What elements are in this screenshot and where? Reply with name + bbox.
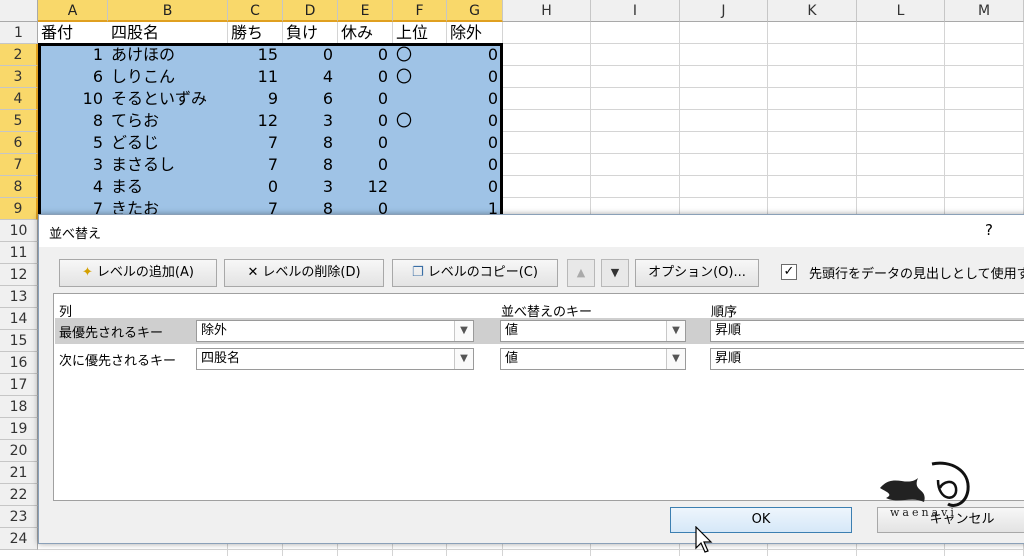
order-select[interactable]: 昇順 <box>710 348 1024 370</box>
row-header-20[interactable]: 20 <box>0 440 38 462</box>
column-header-m[interactable]: M <box>945 0 1024 22</box>
column-header-l[interactable]: L <box>857 0 945 22</box>
chevron-down-icon: ▼ <box>666 349 685 369</box>
row-header-11[interactable]: 11 <box>0 242 38 264</box>
chevron-down-icon: ▼ <box>454 349 473 369</box>
column-header-d[interactable]: D <box>283 0 338 22</box>
column-header-b[interactable]: B <box>108 0 228 22</box>
column-select-value: 除外 <box>201 323 228 338</box>
sort-on-select[interactable]: 値 ▼ <box>500 348 686 370</box>
row-header-23[interactable]: 23 <box>0 506 38 528</box>
delete-level-button[interactable]: ✕ レベルの削除(D) <box>224 259 384 287</box>
header-cell[interactable]: 上位 <box>393 22 447 44</box>
sort-on-value: 値 <box>505 351 519 366</box>
copy-level-button[interactable]: ❐ レベルのコピー(C) <box>392 259 558 287</box>
column-select-value: 四股名 <box>201 351 241 366</box>
column-header-g[interactable]: G <box>447 0 503 22</box>
order-select[interactable]: 昇順 <box>710 320 1024 342</box>
row-header-1[interactable]: 1 <box>0 22 38 44</box>
column-header-e[interactable]: E <box>338 0 393 22</box>
row-header-7[interactable]: 7 <box>0 154 38 176</box>
options-label: オプション(O)... <box>648 265 746 280</box>
header-cell[interactable]: 勝ち <box>228 22 283 44</box>
header-cell[interactable]: 番付 <box>38 22 108 44</box>
row-header-4[interactable]: 4 <box>0 88 38 110</box>
row-header-6[interactable]: 6 <box>0 132 38 154</box>
copy-level-label: レベルのコピー(C) <box>427 265 538 280</box>
row-header-14[interactable]: 14 <box>0 308 38 330</box>
row-header-8[interactable]: 8 <box>0 176 38 198</box>
column-header-c[interactable]: C <box>228 0 283 22</box>
level-label: 次に優先されるキー <box>59 354 177 369</box>
delete-icon: ✕ <box>247 265 259 280</box>
level-label: 最優先されるキー <box>59 326 164 341</box>
row-header-2[interactable]: 2 <box>0 44 38 66</box>
column-header-a[interactable]: A <box>38 0 108 22</box>
column-select[interactable]: 除外 ▼ <box>196 320 474 342</box>
row-header-5[interactable]: 5 <box>0 110 38 132</box>
sort-on-value: 値 <box>505 323 519 338</box>
sort-level-row[interactable]: 次に優先されるキー 四股名 ▼ 値 ▼ 昇順 <box>55 346 1024 372</box>
dialog-title: 並べ替え <box>49 227 102 242</box>
move-up-button[interactable]: ▲ <box>567 259 595 287</box>
move-down-button[interactable]: ▼ <box>601 259 629 287</box>
row-header-3[interactable]: 3 <box>0 66 38 88</box>
column-header-f[interactable]: F <box>393 0 447 22</box>
row-header-13[interactable]: 13 <box>0 286 38 308</box>
column-select[interactable]: 四股名 ▼ <box>196 348 474 370</box>
row-header-18[interactable]: 18 <box>0 396 38 418</box>
header-cell[interactable]: 休み <box>338 22 393 44</box>
row-header-17[interactable]: 17 <box>0 374 38 396</box>
chevron-down-icon: ▼ <box>666 321 685 341</box>
row-header-19[interactable]: 19 <box>0 418 38 440</box>
row-header-21[interactable]: 21 <box>0 462 38 484</box>
row-header-22[interactable]: 22 <box>0 484 38 506</box>
row-header-16[interactable]: 16 <box>0 352 38 374</box>
row-header-24[interactable]: 24 <box>0 528 38 550</box>
delete-level-label: レベルの削除(D) <box>262 265 361 280</box>
add-level-icon: ✦ <box>82 265 93 280</box>
column-header-k[interactable]: K <box>768 0 857 22</box>
order-value: 昇順 <box>715 351 742 366</box>
row-header-12[interactable]: 12 <box>0 264 38 286</box>
header-cell[interactable]: 負け <box>283 22 338 44</box>
column-header-i[interactable]: I <box>591 0 680 22</box>
add-level-button[interactable]: ✦ レベルの追加(A) <box>59 259 217 287</box>
copy-icon: ❐ <box>412 265 424 280</box>
gridline <box>38 549 1024 550</box>
mouse-cursor-icon <box>695 526 713 553</box>
watermark-logo: waenavi <box>880 461 970 519</box>
order-value: 昇順 <box>715 323 742 338</box>
selection-border <box>38 43 503 216</box>
row-header-9[interactable]: 9 <box>0 198 38 220</box>
header-cell[interactable]: 除外 <box>447 22 503 44</box>
row-header-10[interactable]: 10 <box>0 220 38 242</box>
watermark-text: waenavi <box>890 506 957 519</box>
chevron-down-icon: ▼ <box>454 321 473 341</box>
column-header-h[interactable]: H <box>503 0 591 22</box>
row-header-15[interactable]: 15 <box>0 330 38 352</box>
help-button[interactable]: ? <box>985 221 993 239</box>
select-all-corner[interactable] <box>0 0 38 22</box>
add-level-label: レベルの追加(A) <box>96 265 194 280</box>
options-button[interactable]: オプション(O)... <box>635 259 759 287</box>
header-row-checkbox[interactable]: ✓ <box>781 264 797 280</box>
header-cell[interactable]: 四股名 <box>108 22 228 44</box>
sort-on-select[interactable]: 値 ▼ <box>500 320 686 342</box>
dialog-titlebar: 並べ替え ? <box>39 215 1024 247</box>
sort-level-row[interactable]: 最優先されるキー 除外 ▼ 値 ▼ 昇順 <box>55 318 1024 344</box>
column-header-j[interactable]: J <box>680 0 768 22</box>
header-row-checkbox-label: 先頭行をデータの見出しとして使用する(H) <box>809 267 1024 282</box>
